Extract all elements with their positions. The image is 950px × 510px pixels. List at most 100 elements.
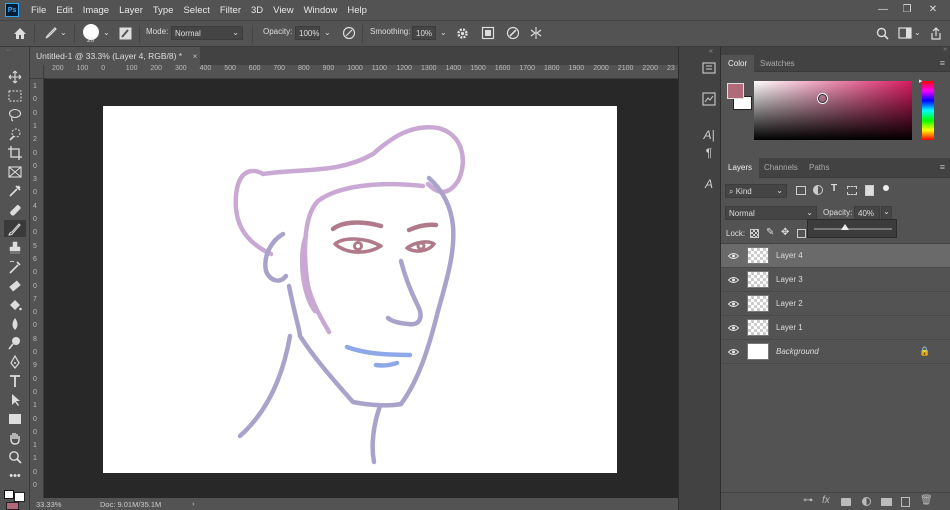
filter-adjustment-icon[interactable] (813, 185, 823, 195)
opacity-slider-popup[interactable] (807, 219, 897, 238)
menu-layer[interactable]: Layer (119, 5, 143, 16)
layer-row[interactable]: Layer 1 (721, 316, 950, 340)
workspace-chevron-icon[interactable]: ⌄ (914, 28, 921, 37)
search-icon[interactable] (874, 25, 890, 41)
opacity-slider-track[interactable] (814, 228, 892, 230)
pen-tool-icon[interactable] (4, 353, 26, 370)
layer-name[interactable]: Background (776, 347, 819, 356)
layer-opacity-chevron-icon[interactable]: ⌄ (881, 206, 892, 220)
visibility-eye-icon[interactable] (727, 299, 739, 309)
tab-channels[interactable]: Channels (757, 158, 805, 178)
marquee-tool-icon[interactable] (4, 87, 26, 104)
share-icon[interactable] (928, 25, 944, 41)
type-tool-icon[interactable] (4, 372, 26, 389)
more-tools-icon[interactable]: ••• (4, 467, 26, 484)
glyphs-panel-icon[interactable]: A (700, 175, 718, 193)
tab-layers[interactable]: Layers (721, 158, 760, 178)
layer-row[interactable]: Layer 3 (721, 268, 950, 292)
paragraph-panel-icon[interactable]: ¶ (700, 144, 718, 162)
visibility-eye-icon[interactable] (727, 251, 739, 261)
hue-slider-marker[interactable]: ▸ (919, 77, 923, 85)
color-panel-menu-icon[interactable]: ≡ (940, 58, 945, 68)
link-layers-icon[interactable]: ⊶ (803, 495, 813, 506)
visibility-eye-icon[interactable] (727, 323, 739, 333)
lock-pixels-icon[interactable]: ✎ (766, 227, 774, 238)
gear-icon[interactable] (454, 25, 470, 41)
dodge-tool-icon[interactable] (4, 334, 26, 351)
menu-select[interactable]: Select (183, 5, 209, 16)
menu-help[interactable]: Help (347, 5, 367, 16)
new-group-icon[interactable] (881, 498, 892, 506)
new-layer-icon[interactable] (901, 497, 910, 507)
fx-icon[interactable]: fx (822, 495, 830, 506)
quick-select-tool-icon[interactable] (4, 125, 26, 142)
zoom-tool-icon[interactable] (4, 448, 26, 465)
layer-name[interactable]: Layer 4 (776, 251, 803, 260)
layers-panel-menu-icon[interactable]: ≡ (940, 162, 945, 172)
clone-stamp-tool-icon[interactable] (4, 239, 26, 256)
history-brush-tool-icon[interactable] (4, 258, 26, 275)
filter-shape-icon[interactable] (847, 186, 857, 195)
opacity-chevron-icon[interactable]: ⌄ (324, 28, 331, 37)
lock-artboard-icon[interactable] (797, 229, 806, 238)
brush-tool-icon[interactable] (4, 220, 26, 237)
rectangle-tool-icon[interactable] (4, 410, 26, 427)
layer-opacity-input[interactable]: 40% (854, 206, 880, 220)
eraser-tool-icon[interactable] (4, 277, 26, 294)
background-color-swatch[interactable] (14, 492, 25, 502)
eyedropper-tool-icon[interactable] (4, 182, 26, 199)
healing-brush-tool-icon[interactable] (4, 201, 26, 218)
character-panel-icon[interactable]: A| (700, 126, 718, 144)
menu-image[interactable]: Image (83, 5, 109, 16)
layer-name[interactable]: Layer 2 (776, 299, 803, 308)
minimize-button[interactable]: — (872, 2, 894, 18)
frame-tool-icon[interactable] (4, 163, 26, 180)
filter-smart-object-icon[interactable] (865, 185, 874, 196)
tab-paths[interactable]: Paths (802, 158, 836, 178)
tab-color[interactable]: Color (721, 55, 755, 72)
brush-preset-icon[interactable] (43, 25, 59, 41)
layer-row[interactable]: Layer 4 (721, 244, 950, 268)
color-picker-cursor[interactable] (818, 94, 827, 103)
menu-window[interactable]: Window (304, 5, 338, 16)
paint-bucket-tool-icon[interactable] (4, 296, 26, 313)
menu-3d[interactable]: 3D (251, 5, 263, 16)
hue-slider[interactable] (922, 81, 934, 140)
menu-file[interactable]: File (31, 5, 46, 16)
symmetry-icon[interactable] (528, 25, 544, 41)
layer-name[interactable]: Layer 1 (776, 323, 803, 332)
default-colors-icon[interactable] (4, 490, 14, 499)
close-window-button[interactable]: ✕ (922, 2, 944, 18)
layer-filter-select[interactable]: ⌕ Kind ⌄ (725, 184, 787, 198)
workspace-icon[interactable] (897, 25, 913, 41)
panel-foreground-swatch[interactable] (727, 83, 744, 99)
document-canvas[interactable] (103, 106, 617, 473)
filter-toggle-icon[interactable] (883, 185, 889, 191)
tab-swatches[interactable]: Swatches (753, 55, 802, 72)
collapse-dock-icon[interactable]: « (709, 48, 713, 55)
status-menu-arrow[interactable]: › (192, 499, 195, 508)
pressure-opacity-icon[interactable] (341, 25, 357, 41)
visibility-eye-icon[interactable] (727, 347, 739, 357)
home-icon[interactable] (12, 25, 28, 41)
move-tool-icon[interactable] (4, 68, 26, 85)
delete-layer-icon[interactable]: 🗑 (920, 495, 933, 506)
document-tab[interactable]: Untitled-1 @ 33.3% (Layer 4, RGB/8) * × (30, 47, 200, 65)
filter-type-icon[interactable]: T (831, 183, 837, 194)
pressure-size-icon[interactable] (505, 25, 521, 41)
smoothing-input[interactable]: 10% (412, 26, 436, 40)
horizontal-ruler[interactable]: 200 100 0 100 200 300 400 500 600 700 800 900 1000 11… (44, 65, 678, 79)
angle-icon[interactable] (480, 25, 496, 41)
color-picker-field[interactable] (754, 81, 912, 140)
path-select-tool-icon[interactable] (4, 391, 26, 408)
vertical-ruler[interactable]: 1 0 0 1 2 0 0 3 0 4 0 0 5 6 0 0 7 0 0 8 0 9 0 0 1 0 0 1 1 0 0 (30, 79, 44, 498)
opacity-input[interactable]: 100% (295, 26, 320, 40)
layer-name[interactable]: Layer 3 (776, 275, 803, 284)
layer-row[interactable]: Layer 2 (721, 292, 950, 316)
blend-mode-select[interactable]: Normal ⌄ (725, 206, 817, 220)
restore-button[interactable]: ❐ (896, 2, 918, 18)
opacity-slider-thumb[interactable] (841, 224, 850, 230)
history-panel-icon[interactable] (700, 59, 718, 77)
document-tab-close-button[interactable]: × (192, 51, 197, 61)
hand-tool-icon[interactable] (4, 429, 26, 446)
